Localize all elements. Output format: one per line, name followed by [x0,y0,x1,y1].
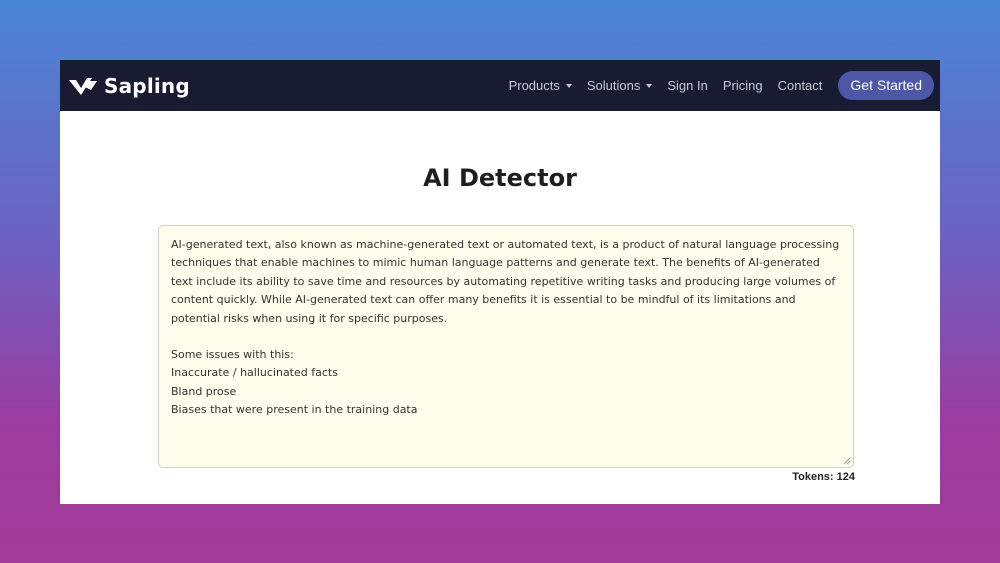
brand-link[interactable]: Sapling [68,60,190,111]
nav-item-pricing[interactable]: Pricing [723,78,763,93]
nav-item-products[interactable]: Products [509,78,572,93]
text-input-area[interactable]: AI-generated text, also known as machine… [158,225,854,468]
caret-down-icon [565,84,572,88]
editor-line: Biases that were present in the training… [171,403,418,417]
nav-item-label: Products [508,78,560,93]
nav-item-sign-in[interactable]: Sign In [667,78,707,93]
editor-paragraph: AI-generated text, also known as machine… [171,238,840,325]
get-started-button[interactable]: Get Started [838,71,934,100]
nav-links: Products Solutions Sign In Pricing Conta… [494,60,934,111]
resize-handle-icon[interactable] [843,457,851,465]
token-count: Tokens: 124 [792,471,855,483]
editor-line: Some issues with this: [171,348,294,362]
page-title: AI Detector [423,164,577,192]
nav-item-solutions[interactable]: Solutions [586,78,653,93]
caret-down-icon [646,84,653,88]
nav-item-label: Pricing [722,78,763,93]
nav-item-contact[interactable]: Contact [778,78,823,93]
editor-line: Inaccurate / hallucinated facts [171,366,338,380]
nav-item-label: Contact [777,78,823,93]
nav-item-label: Sign In [667,78,708,93]
top-navbar: Sapling Products Solutions Sign In Prici… [60,60,940,111]
sapling-logo-icon [69,77,97,95]
editor-line: Bland prose [171,384,237,398]
nav-item-label: Solutions [586,78,641,93]
browser-page: Sapling Products Solutions Sign In Prici… [60,60,940,504]
brand-name: Sapling [104,73,190,98]
